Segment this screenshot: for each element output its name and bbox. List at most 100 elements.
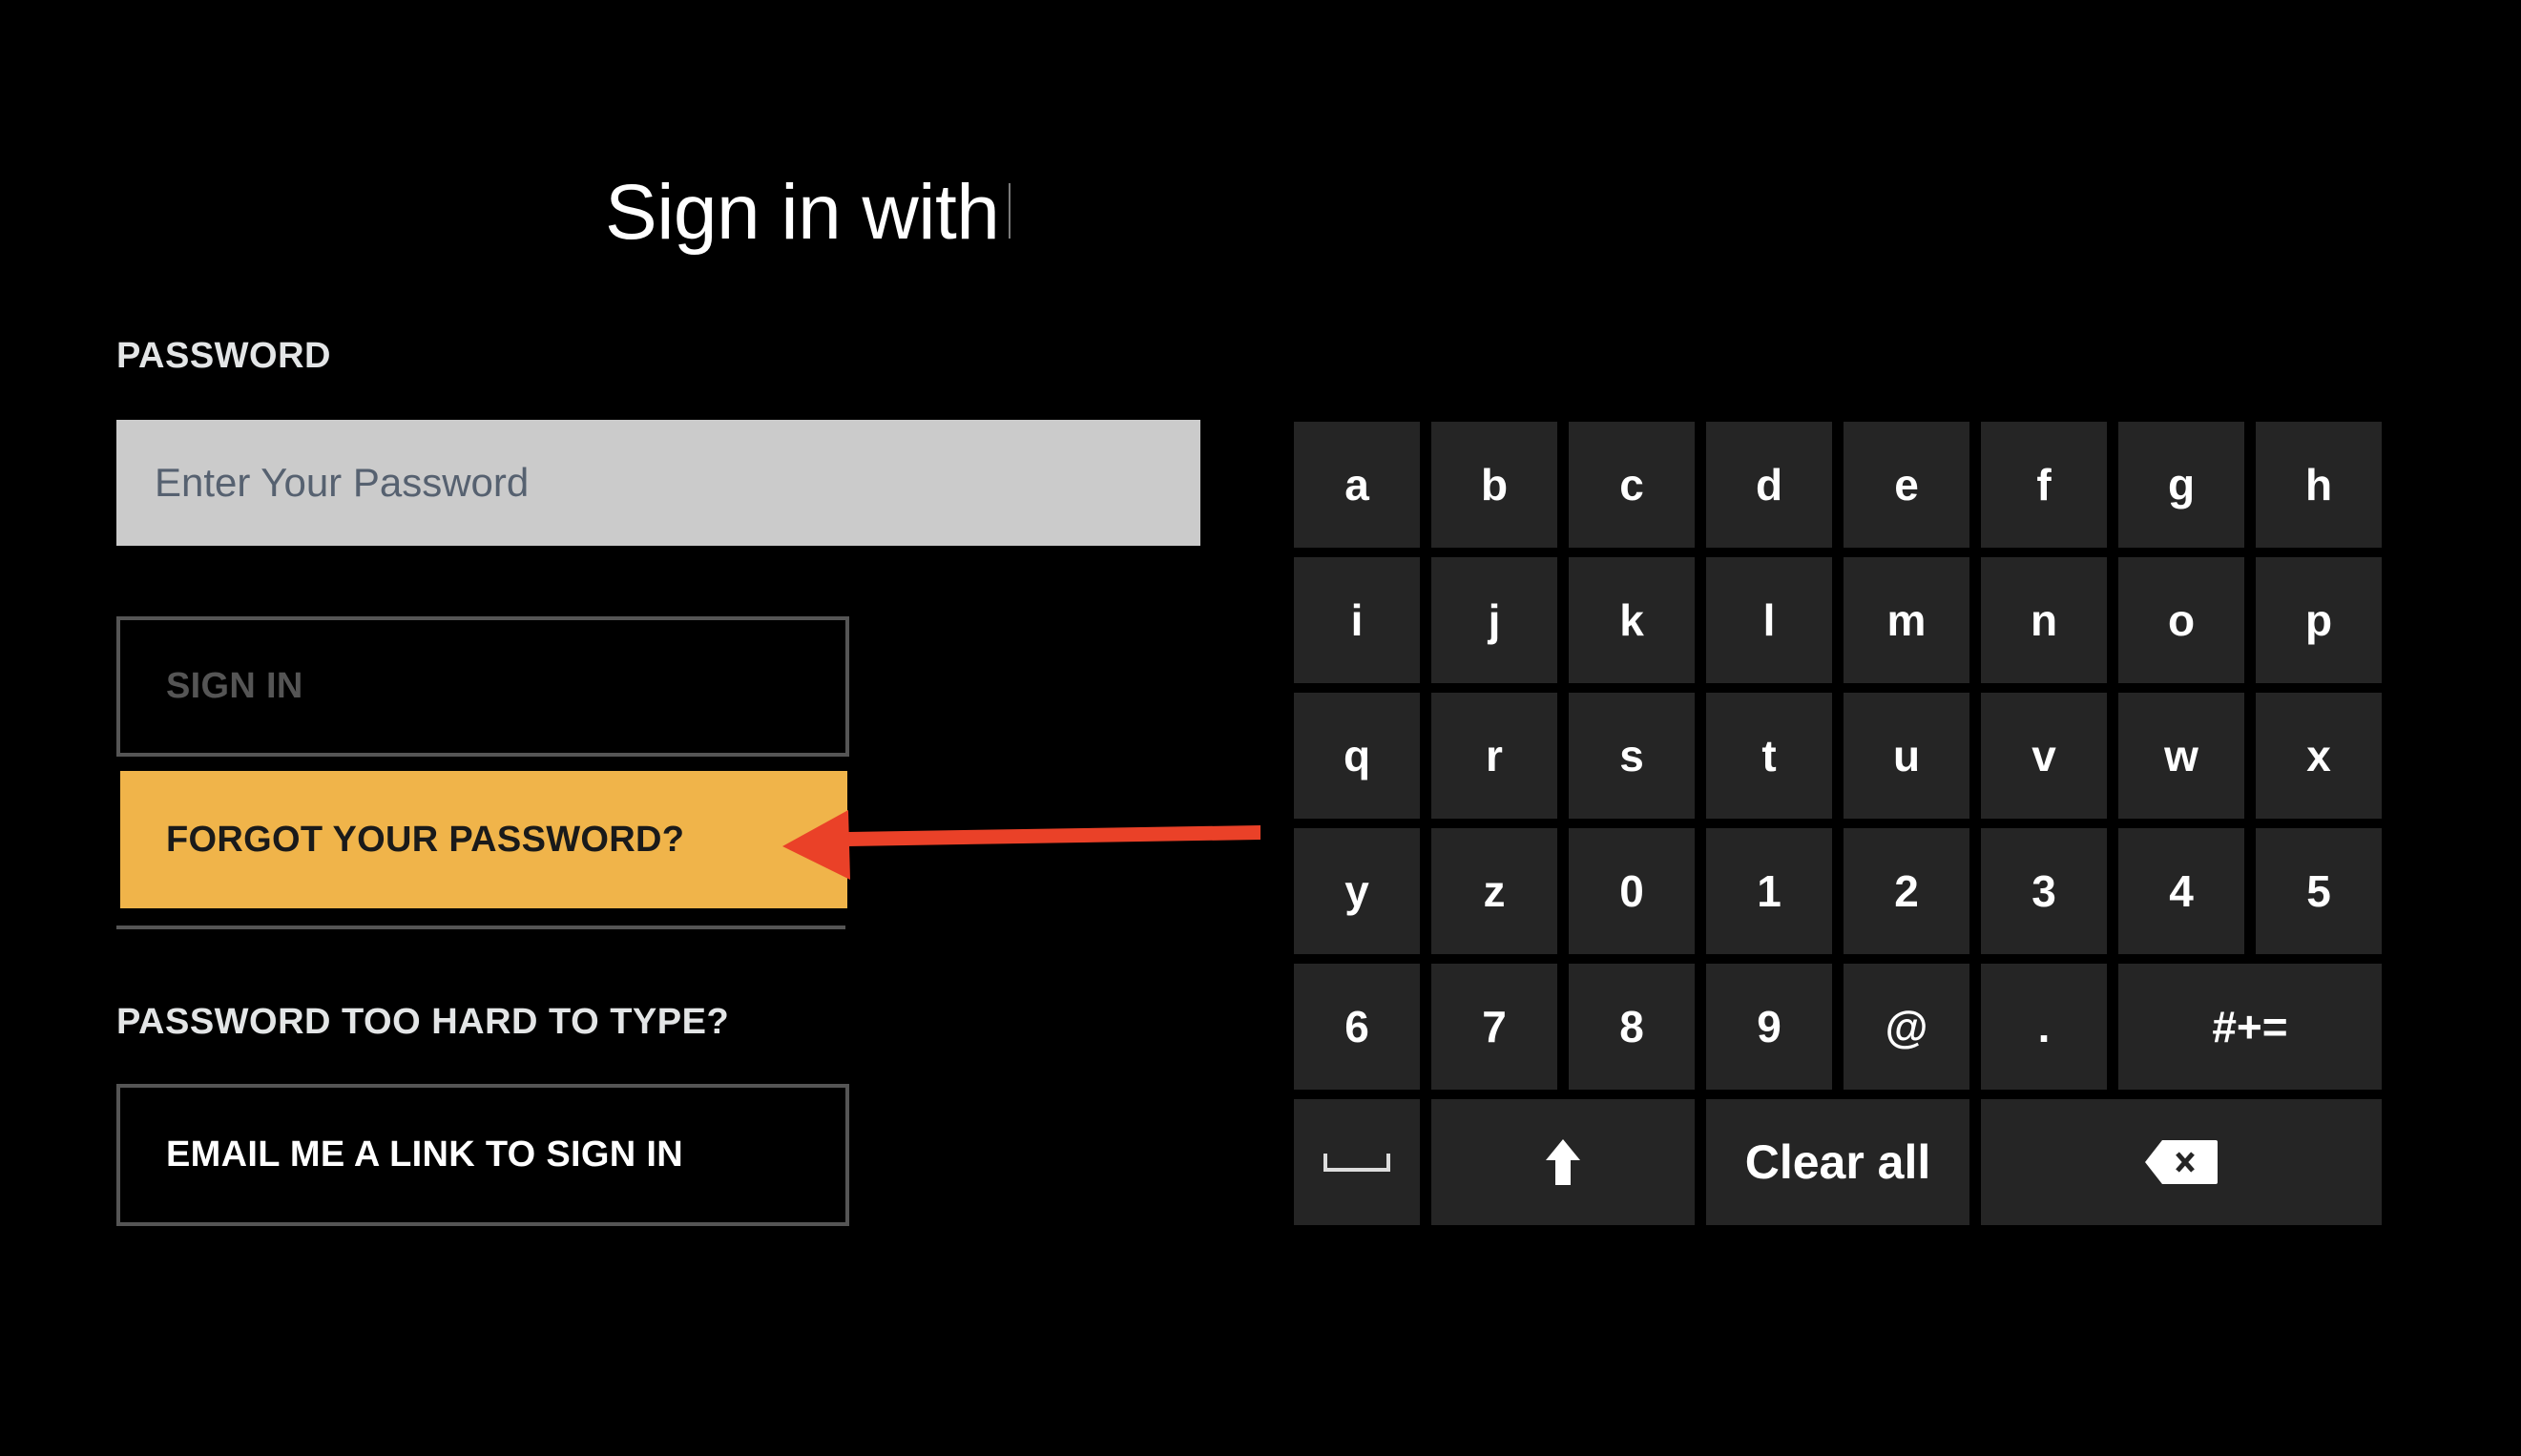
key-b[interactable]: b bbox=[1431, 422, 1557, 548]
key-label: v bbox=[2031, 731, 2056, 780]
key-l[interactable]: l bbox=[1706, 557, 1832, 683]
key-u[interactable]: u bbox=[1844, 693, 1969, 819]
key-label: g bbox=[2167, 460, 2196, 510]
key-label: e bbox=[1894, 460, 1919, 510]
key-x[interactable]: x bbox=[2256, 693, 2382, 819]
key-i[interactable]: i bbox=[1294, 557, 1420, 683]
key-label: s bbox=[1619, 731, 1644, 780]
key-label: z bbox=[1483, 866, 1506, 916]
key-j[interactable]: j bbox=[1431, 557, 1557, 683]
key-label: 3 bbox=[2031, 866, 2056, 916]
key-label: y bbox=[1344, 866, 1369, 916]
space-icon bbox=[1323, 1151, 1391, 1174]
key-8[interactable]: 8 bbox=[1569, 964, 1695, 1090]
key-label: c bbox=[1619, 460, 1644, 510]
key-label: d bbox=[1755, 460, 1783, 510]
on-screen-keyboard: a b c d e f g h i j k l m n o p q r s t u v w x y z 0 1 2 3 4 5 6 7 8 9 @. #+… bbox=[1294, 422, 2382, 1225]
key-label: b bbox=[1480, 460, 1509, 510]
forgot-password-button[interactable]: FORGOT YOUR PASSWORD? bbox=[120, 771, 847, 908]
key-label: 4 bbox=[2169, 866, 2194, 916]
page-title: Sign in with bbox=[605, 169, 1000, 256]
email-link-button[interactable]: EMAIL ME A LINK TO SIGN IN bbox=[116, 1084, 849, 1226]
key-label: 2 bbox=[1894, 866, 1919, 916]
key-label: 7 bbox=[1482, 1002, 1507, 1051]
backspace-icon bbox=[2145, 1140, 2218, 1184]
shift-key[interactable] bbox=[1431, 1099, 1695, 1225]
key-at[interactable]: @ bbox=[1844, 964, 1969, 1090]
password-label: PASSWORD bbox=[116, 336, 331, 376]
key-label: o bbox=[2167, 595, 2196, 645]
key-7[interactable]: 7 bbox=[1431, 964, 1557, 1090]
key-label: q bbox=[1343, 731, 1371, 780]
key-m[interactable]: m bbox=[1844, 557, 1969, 683]
key-9[interactable]: 9 bbox=[1706, 964, 1832, 1090]
key-label: 6 bbox=[1344, 1002, 1369, 1051]
space-key[interactable] bbox=[1294, 1099, 1420, 1225]
key-q[interactable]: q bbox=[1294, 693, 1420, 819]
key-h[interactable]: h bbox=[2256, 422, 2382, 548]
key-label: n bbox=[2030, 595, 2058, 645]
key-label: r bbox=[1486, 731, 1503, 780]
key-label: 5 bbox=[2306, 866, 2331, 916]
key-label: p bbox=[2304, 595, 2333, 645]
key-c[interactable]: c bbox=[1569, 422, 1695, 548]
key-label: f bbox=[2036, 460, 2052, 510]
key-r[interactable]: r bbox=[1431, 693, 1557, 819]
key-label: i bbox=[1350, 595, 1364, 645]
key-w[interactable]: w bbox=[2118, 693, 2244, 819]
key-label: . bbox=[2037, 1002, 2051, 1051]
key-0[interactable]: 0 bbox=[1569, 828, 1695, 954]
arrow-shaft bbox=[847, 825, 1260, 846]
key-f[interactable]: f bbox=[1981, 422, 2107, 548]
key-g[interactable]: g bbox=[2118, 422, 2244, 548]
clear-all-key[interactable]: Clear all bbox=[1706, 1099, 1969, 1225]
key-label: j bbox=[1488, 595, 1501, 645]
key-period[interactable]: . bbox=[1981, 964, 2107, 1090]
key-a[interactable]: a bbox=[1294, 422, 1420, 548]
key-1[interactable]: 1 bbox=[1706, 828, 1832, 954]
forgot-password-label: FORGOT YOUR PASSWORD? bbox=[166, 819, 685, 860]
key-y[interactable]: y bbox=[1294, 828, 1420, 954]
key-label: 9 bbox=[1757, 1002, 1781, 1051]
key-z[interactable]: z bbox=[1431, 828, 1557, 954]
key-label: h bbox=[2304, 460, 2333, 510]
key-e[interactable]: e bbox=[1844, 422, 1969, 548]
key-label: l bbox=[1762, 595, 1776, 645]
key-t[interactable]: t bbox=[1706, 693, 1832, 819]
email-link-label: EMAIL ME A LINK TO SIGN IN bbox=[166, 1134, 683, 1175]
focus-underline bbox=[116, 926, 845, 929]
key-label: x bbox=[2306, 731, 2331, 780]
key-label: t bbox=[1761, 731, 1777, 780]
key-label: u bbox=[1892, 731, 1921, 780]
password-too-hard-label: PASSWORD TOO HARD TO TYPE? bbox=[116, 1002, 730, 1042]
sign-in-button[interactable]: SIGN IN bbox=[116, 616, 849, 757]
sign-in-page: Sign in with PASSWORD SIGN IN FORGOT YOU… bbox=[0, 0, 2521, 1456]
key-label: 1 bbox=[1757, 866, 1781, 916]
key-label: m bbox=[1886, 595, 1927, 645]
key-label: @ bbox=[1885, 1002, 1928, 1051]
key-k[interactable]: k bbox=[1569, 557, 1695, 683]
key-d[interactable]: d bbox=[1706, 422, 1832, 548]
key-2[interactable]: 2 bbox=[1844, 828, 1969, 954]
key-v[interactable]: v bbox=[1981, 693, 2107, 819]
shift-icon bbox=[1546, 1139, 1580, 1185]
key-label: k bbox=[1619, 595, 1644, 645]
key-o[interactable]: o bbox=[2118, 557, 2244, 683]
key-label: w bbox=[2164, 731, 2198, 780]
key-label: 0 bbox=[1619, 866, 1644, 916]
key-5[interactable]: 5 bbox=[2256, 828, 2382, 954]
symbols-key[interactable]: #+= bbox=[2118, 964, 2382, 1090]
key-label: Clear all bbox=[1744, 1135, 1931, 1189]
title-divider bbox=[1009, 183, 1010, 239]
key-3[interactable]: 3 bbox=[1981, 828, 2107, 954]
key-4[interactable]: 4 bbox=[2118, 828, 2244, 954]
key-p[interactable]: p bbox=[2256, 557, 2382, 683]
sign-in-button-label: SIGN IN bbox=[166, 666, 303, 706]
password-input[interactable] bbox=[116, 420, 1200, 546]
backspace-key[interactable] bbox=[1981, 1099, 2382, 1225]
key-s[interactable]: s bbox=[1569, 693, 1695, 819]
key-label: a bbox=[1344, 460, 1369, 510]
key-n[interactable]: n bbox=[1981, 557, 2107, 683]
key-6[interactable]: 6 bbox=[1294, 964, 1420, 1090]
key-label: 8 bbox=[1619, 1002, 1644, 1051]
